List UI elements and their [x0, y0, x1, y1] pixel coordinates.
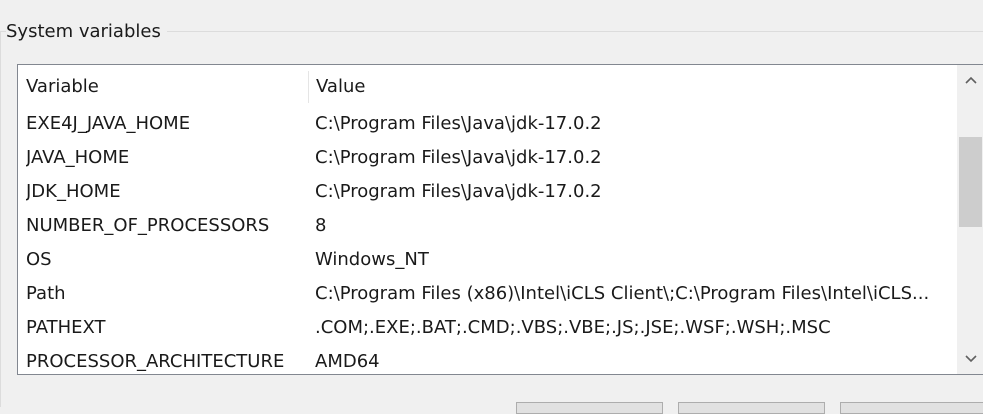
variable-value-cell: C:\Program Files (x86)\Intel\iCLS Client… [315, 283, 930, 304]
variable-name-cell: NUMBER_OF_PROCESSORS [26, 215, 270, 236]
table-row[interactable]: EXE4J_JAVA_HOME C:\Program Files\Java\jdk… [18, 107, 958, 141]
variable-value-cell: AMD64 [315, 351, 380, 372]
variable-value-cell: C:\Program Files\Java\jdk-17.0.2 [315, 113, 602, 134]
groupbox-left-border [0, 31, 1, 407]
variable-name-cell: JDK_HOME [26, 181, 121, 202]
variable-value-cell: C:\Program Files\Java\jdk-17.0.2 [315, 147, 602, 168]
scroll-down-button[interactable] [957, 344, 983, 374]
scroll-up-button[interactable] [957, 65, 983, 95]
variable-name-cell: Path [26, 283, 66, 304]
chevron-up-icon [964, 76, 977, 84]
list-header: Variable Value [18, 65, 958, 107]
table-row[interactable]: PATHEXT .COM;.EXE;.BAT;.CMD;.VBS;.VBE;.JS… [18, 311, 958, 345]
groupbox-title: System variables [6, 20, 167, 44]
variable-name-cell: PATHEXT [26, 317, 106, 338]
chevron-down-icon [964, 355, 977, 363]
new-button[interactable] [516, 402, 663, 414]
list-rows: EXE4J_JAVA_HOME C:\Program Files\Java\jdk… [18, 107, 958, 374]
table-row[interactable]: JAVA_HOME C:\Program Files\Java\jdk-17.0.… [18, 141, 958, 175]
table-row[interactable]: NUMBER_OF_PROCESSORS 8 [18, 209, 958, 243]
variable-name-cell: EXE4J_JAVA_HOME [26, 113, 191, 134]
variable-value-cell: .COM;.EXE;.BAT;.CMD;.VBS;.VBE;.JS;.JSE;.… [315, 317, 831, 338]
scroll-thumb[interactable] [959, 137, 982, 227]
variable-name-cell: PROCESSOR_ARCHITECTURE [26, 351, 285, 372]
vertical-scrollbar[interactable] [957, 65, 983, 374]
edit-button[interactable] [678, 402, 825, 414]
system-variables-list[interactable]: Variable Value EXE4J_JAVA_HOME C:\Program… [17, 64, 983, 375]
variable-value-cell: C:\Program Files\Java\jdk-17.0.2 [315, 181, 602, 202]
column-header-value[interactable]: Value [308, 65, 958, 107]
variable-value-cell: Windows_NT [315, 249, 429, 270]
variable-name-cell: OS [26, 249, 52, 270]
variable-value-cell: 8 [315, 215, 327, 236]
column-header-variable[interactable]: Variable [18, 65, 308, 107]
table-row[interactable]: PROCESSOR_ARCHITECTURE AMD64 [18, 345, 958, 374]
table-row[interactable]: Path C:\Program Files (x86)\Intel\iCLS Cl… [18, 277, 958, 311]
variable-name-cell: JAVA_HOME [26, 147, 130, 168]
table-row[interactable]: OS Windows_NT [18, 243, 958, 277]
table-row[interactable]: JDK_HOME C:\Program Files\Java\jdk-17.0.2 [18, 175, 958, 209]
delete-button[interactable] [840, 402, 983, 414]
